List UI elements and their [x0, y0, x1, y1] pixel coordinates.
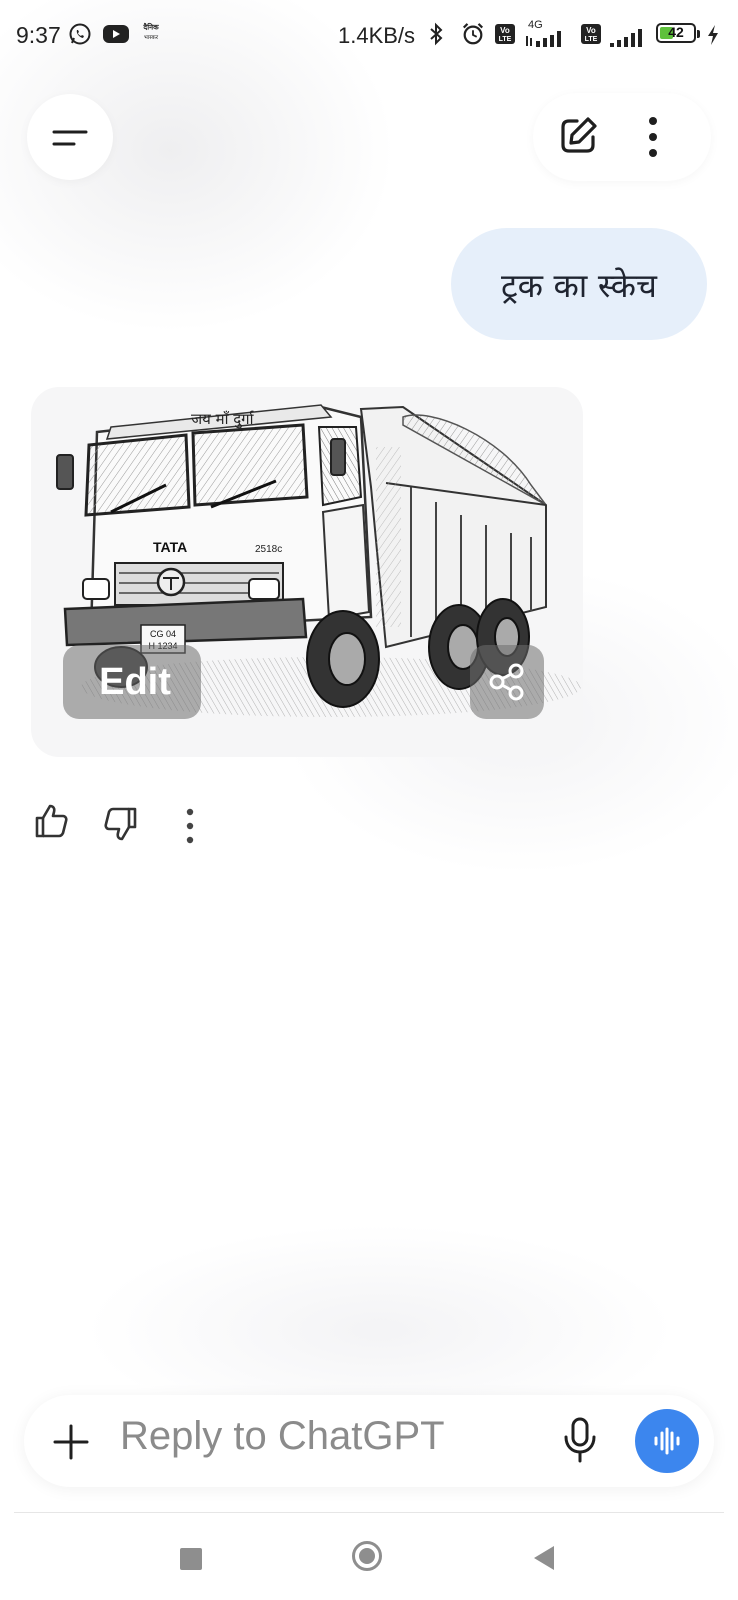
- plate-line1: CG 04: [150, 629, 176, 639]
- signal-4g-icon: [526, 31, 561, 47]
- voice-mode-button[interactable]: [635, 1409, 699, 1473]
- menu-button[interactable]: [27, 94, 113, 180]
- back-triangle-icon[interactable]: [532, 1544, 556, 1572]
- battery-level: 42: [668, 24, 684, 40]
- home-circle-icon[interactable]: [352, 1541, 382, 1571]
- more-vertical-icon[interactable]: [184, 808, 196, 844]
- bluetooth-icon: [430, 22, 443, 46]
- mic-icon[interactable]: [563, 1417, 597, 1463]
- svg-text:Vo: Vo: [500, 26, 510, 35]
- edit-square-icon[interactable]: [557, 115, 599, 157]
- net-speed: 1.4KB/s: [338, 23, 416, 48]
- youtube-icon: [103, 25, 129, 43]
- thumbs-down-icon[interactable]: [104, 806, 138, 842]
- dainik-bhaskar-icon: दैनिक भास्कर: [142, 23, 159, 42]
- brand-text: TATA: [153, 539, 187, 555]
- edit-image-button[interactable]: Edit: [63, 645, 201, 719]
- volte-icon: Vo LTE: [495, 24, 515, 44]
- svg-text:Vo: Vo: [586, 26, 596, 35]
- divider: [14, 1512, 724, 1513]
- recents-square-icon[interactable]: [180, 1548, 202, 1570]
- volte-icon: Vo LTE: [581, 24, 601, 44]
- status-time: 9:37: [16, 22, 61, 48]
- thumbs-up-icon[interactable]: [34, 803, 68, 839]
- plus-icon[interactable]: [53, 1424, 89, 1460]
- more-vertical-icon[interactable]: [645, 115, 661, 159]
- share-icon: [489, 663, 524, 701]
- status-bar: 9:37 दैनिक भास्कर 1.4KB/s Vo LTE 4G Vo L…: [0, 0, 738, 70]
- dainik-label: दैनिक: [142, 23, 159, 32]
- alarm-icon: [462, 23, 484, 45]
- bhaskar-label: भास्कर: [144, 35, 159, 41]
- svg-text:LTE: LTE: [585, 36, 598, 43]
- windshield-text: जय माँ दुर्गा: [191, 410, 255, 429]
- message-input[interactable]: Reply to ChatGPT: [120, 1414, 445, 1459]
- user-message-bubble: ट्रक का स्केच: [451, 228, 707, 340]
- menu-icon: [52, 130, 88, 146]
- battery-indicator: 42: [656, 23, 696, 43]
- svg-text:LTE: LTE: [499, 36, 512, 43]
- model-text: 2518c: [255, 544, 282, 555]
- header-actions: [533, 93, 711, 181]
- signal-icon: [610, 29, 642, 47]
- share-image-button[interactable]: [470, 645, 544, 719]
- battery-cap: [697, 30, 700, 38]
- charging-bolt-icon: [708, 25, 718, 45]
- edit-label: Edit: [99, 660, 171, 703]
- whatsapp-icon: [69, 23, 91, 45]
- voice-waveform-icon: [654, 1427, 680, 1455]
- user-message-text: ट्रक का स्केच: [501, 265, 657, 305]
